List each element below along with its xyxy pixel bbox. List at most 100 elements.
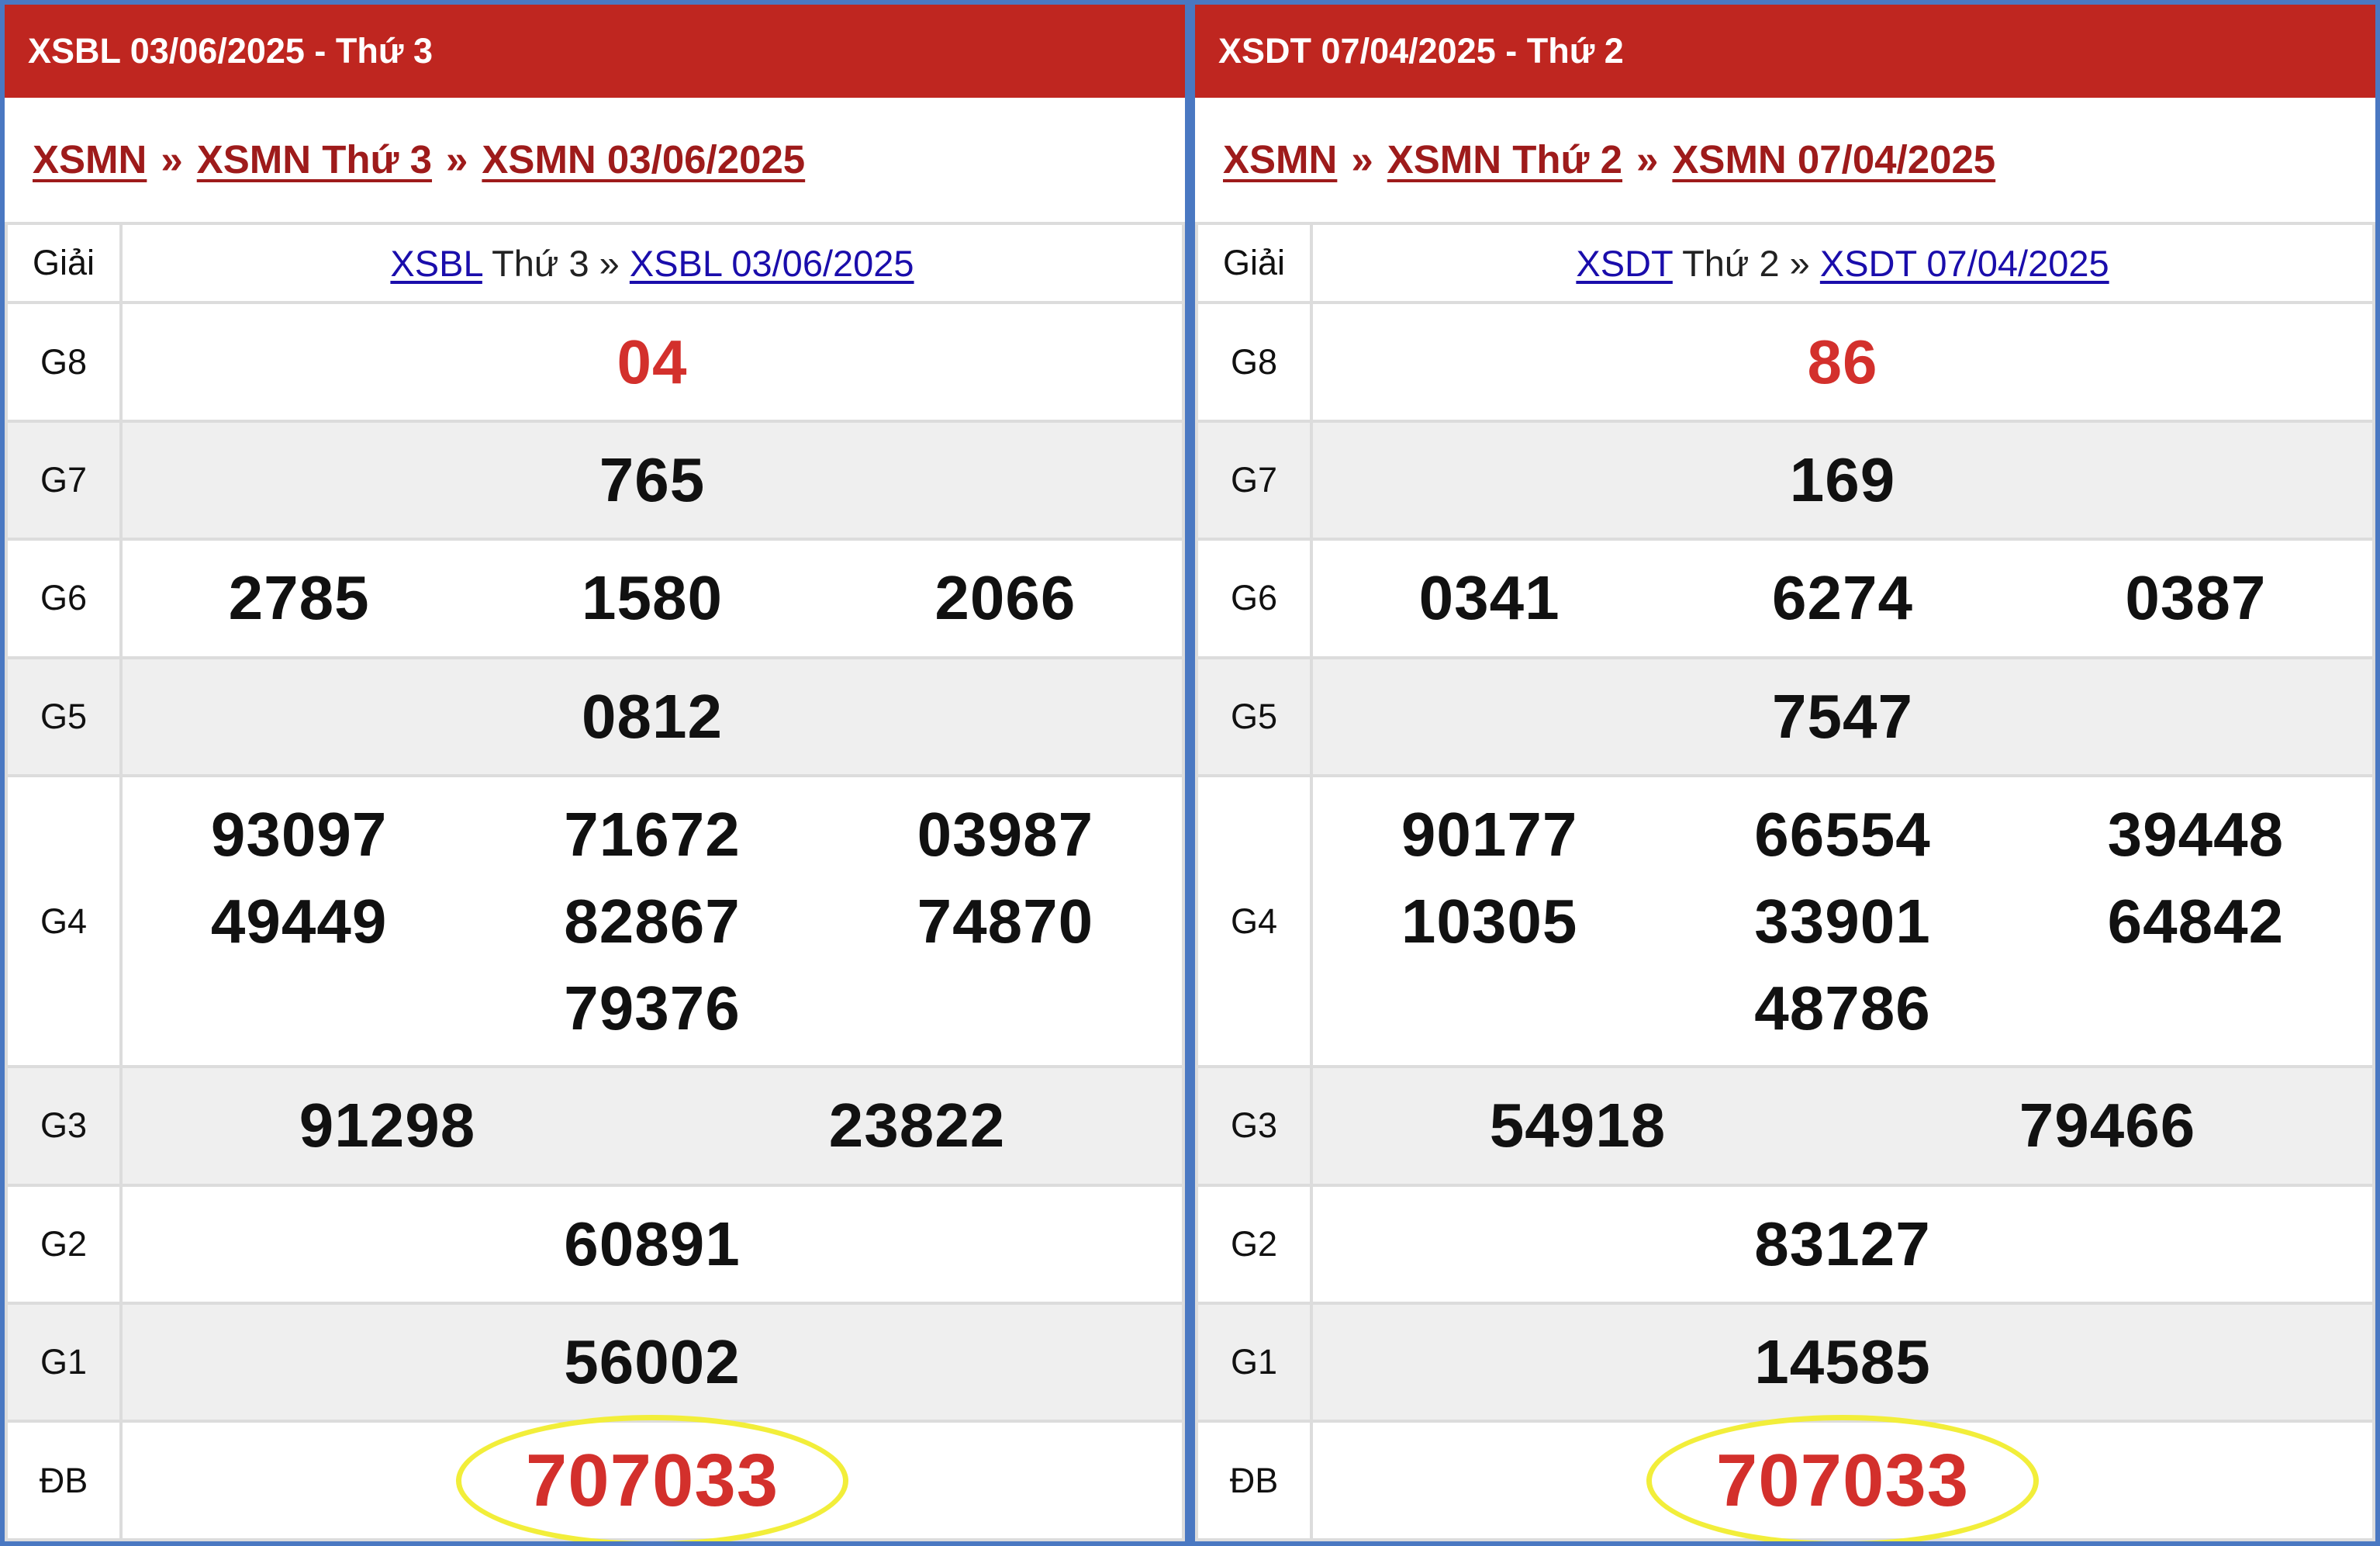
prize-g2-number: 60891 — [564, 1209, 741, 1278]
prize-g4-number: 48786 — [1754, 973, 1931, 1043]
table-row: G5 0812 — [5, 655, 1185, 778]
station-link[interactable]: XSBL — [390, 243, 482, 284]
prize-g6-number: 2066 — [934, 563, 1076, 633]
prize-g7-cell: 765 — [119, 419, 1185, 541]
prize-label-g5: G5 — [5, 655, 123, 778]
prize-g4-number: 49449 — [210, 886, 388, 956]
table-row: G1 14585 — [1195, 1302, 2375, 1423]
header-weekday-text: Thứ 3 » — [482, 242, 630, 284]
table-row: G3 91298 23822 — [5, 1065, 1185, 1187]
prize-label-g5: G5 — [1195, 655, 1313, 778]
prize-g4-number: 82867 — [564, 886, 741, 956]
table-row: ĐB 707033 — [1195, 1414, 2375, 1541]
table-row: G4 93097 49449 71672 82867 79376 03987 74870 — [5, 774, 1185, 1069]
prize-label-g6: G6 — [1195, 538, 1313, 659]
table-row: G6 2785 1580 2066 — [5, 538, 1185, 659]
table-row: G7 765 — [5, 419, 1185, 541]
prize-label-g1: G1 — [5, 1302, 123, 1423]
breadcrumb-link-xsmn[interactable]: XSMN — [1223, 137, 1337, 182]
results-table: Giải XSBL Thứ 3 » XSBL 03/06/2025 G8 04 … — [5, 221, 1185, 1541]
prize-g4-number: 33901 — [1754, 886, 1931, 956]
prize-g1-cell: 56002 — [119, 1302, 1185, 1423]
prize-label-g3: G3 — [1195, 1065, 1313, 1187]
breadcrumb-link-weekday[interactable]: XSMN Thứ 2 — [1387, 137, 1622, 182]
result-panel-xsbl: XSBL 03/06/2025 - Thứ 3 XSMN » XSMN Thứ 3 »… — [5, 5, 1185, 1541]
prize-g7-cell: 169 — [1310, 419, 2375, 541]
prize-g4-cell: 93097 49449 71672 82867 79376 03987 74870 — [119, 774, 1185, 1069]
prize-label-g8: G8 — [5, 301, 123, 423]
table-header-row: Giải XSDT Thứ 2 » XSDT 07/04/2025 — [1195, 221, 2375, 305]
prize-g5-number: 7547 — [1772, 681, 1913, 751]
breadcrumb-link-xsmn[interactable]: XSMN — [33, 137, 147, 182]
prize-g6-number: 2785 — [228, 563, 370, 633]
prize-g4-number: 71672 — [564, 799, 741, 869]
prize-g3-cell: 91298 23822 — [119, 1065, 1185, 1187]
prize-db-cell: 707033 — [119, 1414, 1185, 1541]
breadcrumb-separator: » — [161, 137, 183, 182]
prize-label-g8: G8 — [1195, 301, 1313, 423]
panel-title: XSBL 03/06/2025 - Thứ 3 — [5, 5, 1185, 98]
prize-label-g4: G4 — [5, 774, 123, 1069]
station-date-link[interactable]: XSDT 07/04/2025 — [1820, 243, 2109, 284]
breadcrumb-link-weekday[interactable]: XSMN Thứ 3 — [197, 137, 432, 182]
prize-g5-cell: 7547 — [1310, 655, 2375, 778]
station-link[interactable]: XSDT — [1576, 243, 1673, 284]
table-row: G1 56002 — [5, 1302, 1185, 1423]
results-table: Giải XSDT Thứ 2 » XSDT 07/04/2025 G8 86 … — [1195, 221, 2375, 1541]
prize-label-g3: G3 — [5, 1065, 123, 1187]
prize-label-g2: G2 — [5, 1183, 123, 1306]
prize-g2-number: 83127 — [1754, 1209, 1931, 1278]
prize-g3-number: 79466 — [2019, 1091, 2196, 1160]
prize-label-g2: G2 — [1195, 1183, 1313, 1306]
prize-g1-number: 56002 — [564, 1327, 741, 1397]
prize-g5-number: 0812 — [582, 681, 723, 751]
prize-column-header: Giải — [5, 221, 123, 305]
prize-g3-number: 91298 — [299, 1091, 476, 1160]
table-row: G5 7547 — [1195, 655, 2375, 778]
prize-g8-cell: 04 — [119, 301, 1185, 423]
breadcrumb-separator: » — [446, 137, 468, 182]
table-row: G6 0341 6274 0387 — [1195, 538, 2375, 659]
prize-db-cell: 707033 — [1310, 1414, 2375, 1541]
prize-g3-number: 54918 — [1489, 1091, 1667, 1160]
prize-g4-number: 66554 — [1754, 799, 1931, 869]
table-row: G7 169 — [1195, 419, 2375, 541]
table-row: G8 04 — [5, 301, 1185, 423]
prize-g6-number: 0341 — [1418, 563, 1560, 633]
prize-g4-number: 90177 — [1401, 799, 1578, 869]
prize-g2-cell: 83127 — [1310, 1183, 2375, 1306]
prize-g6-number: 0387 — [2125, 563, 2267, 633]
table-row: ĐB 707033 — [5, 1414, 1185, 1541]
prize-column-header: Giải — [1195, 221, 1313, 305]
prize-g8-number: 04 — [617, 327, 688, 396]
prize-label-g7: G7 — [5, 419, 123, 541]
table-header-title: XSDT Thứ 2 » XSDT 07/04/2025 — [1310, 221, 2375, 305]
panel-title: XSDT 07/04/2025 - Thứ 2 — [1195, 5, 2375, 98]
prize-label-g4: G4 — [1195, 774, 1313, 1069]
prize-label-db: ĐB — [1195, 1420, 1313, 1541]
prize-g1-number: 14585 — [1754, 1327, 1931, 1397]
station-date-link[interactable]: XSBL 03/06/2025 — [630, 243, 914, 284]
header-weekday-text: Thứ 2 » — [1672, 242, 1820, 284]
prize-g6-cell: 2785 1580 2066 — [119, 538, 1185, 659]
prize-label-g7: G7 — [1195, 419, 1313, 541]
prize-g4-cell: 90177 10305 66554 33901 48786 39448 64842 — [1310, 774, 2375, 1069]
special-prize-number: 707033 — [525, 1438, 779, 1522]
breadcrumb-link-date[interactable]: XSMN 07/04/2025 — [1672, 137, 1995, 182]
table-header-title: XSBL Thứ 3 » XSBL 03/06/2025 — [119, 221, 1185, 305]
prize-g3-number: 23822 — [828, 1091, 1006, 1160]
table-row: G8 86 — [1195, 301, 2375, 423]
prize-g4-number: 39448 — [2107, 799, 2285, 869]
prize-g1-cell: 14585 — [1310, 1302, 2375, 1423]
table-row: G4 90177 10305 66554 33901 48786 39448 64842 — [1195, 774, 2375, 1069]
prize-g4-number: 64842 — [2107, 886, 2285, 956]
table-row: G3 54918 79466 — [1195, 1065, 2375, 1187]
breadcrumb: XSMN » XSMN Thứ 2 » XSMN 07/04/2025 — [1195, 98, 2375, 222]
prize-g4-number: 10305 — [1401, 886, 1578, 956]
prize-g3-cell: 54918 79466 — [1310, 1065, 2375, 1187]
prize-label-g6: G6 — [5, 538, 123, 659]
breadcrumb-separator: » — [1636, 137, 1659, 182]
breadcrumb-link-date[interactable]: XSMN 03/06/2025 — [482, 137, 805, 182]
prize-g2-cell: 60891 — [119, 1183, 1185, 1306]
prize-g7-number: 169 — [1789, 444, 1896, 514]
